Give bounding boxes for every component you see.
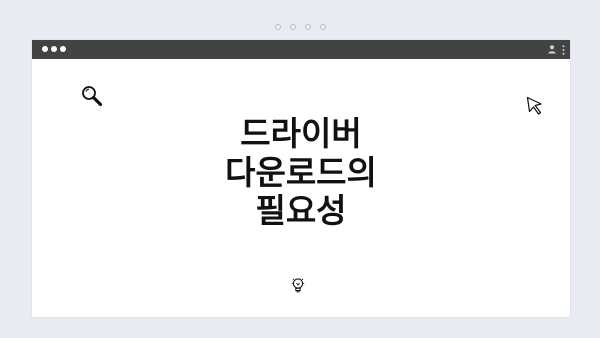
title-line: 다운로드의 bbox=[225, 152, 377, 192]
kebab-menu-icon[interactable] bbox=[562, 45, 565, 55]
pagination-dot bbox=[304, 24, 311, 30]
window-control-dot[interactable] bbox=[42, 46, 48, 52]
title-line: 드라이버 bbox=[240, 114, 362, 153]
pagination-dot bbox=[274, 24, 281, 30]
slide-canvas: 드라이버 다운로드의 필요성 bbox=[0, 0, 600, 338]
pagination-dot bbox=[289, 24, 296, 30]
window-controls[interactable] bbox=[42, 46, 66, 52]
user-icon[interactable] bbox=[547, 44, 557, 54]
window-titlebar bbox=[32, 40, 570, 59]
pagination-dot bbox=[319, 24, 326, 30]
page-title: 드라이버 다운로드의 필요성 bbox=[32, 114, 570, 231]
title-line: 필요성 bbox=[255, 191, 347, 231]
magnifying-glass-icon bbox=[82, 86, 103, 107]
cursor-arrow-icon bbox=[526, 96, 542, 115]
light-bulb-icon bbox=[291, 278, 305, 293]
slide-content: 드라이버 다운로드의 필요성 bbox=[32, 59, 570, 317]
window-control-dot[interactable] bbox=[51, 46, 57, 52]
window-control-dot[interactable] bbox=[60, 46, 66, 52]
pagination-dots bbox=[0, 24, 600, 32]
browser-window: 드라이버 다운로드의 필요성 bbox=[32, 40, 570, 317]
